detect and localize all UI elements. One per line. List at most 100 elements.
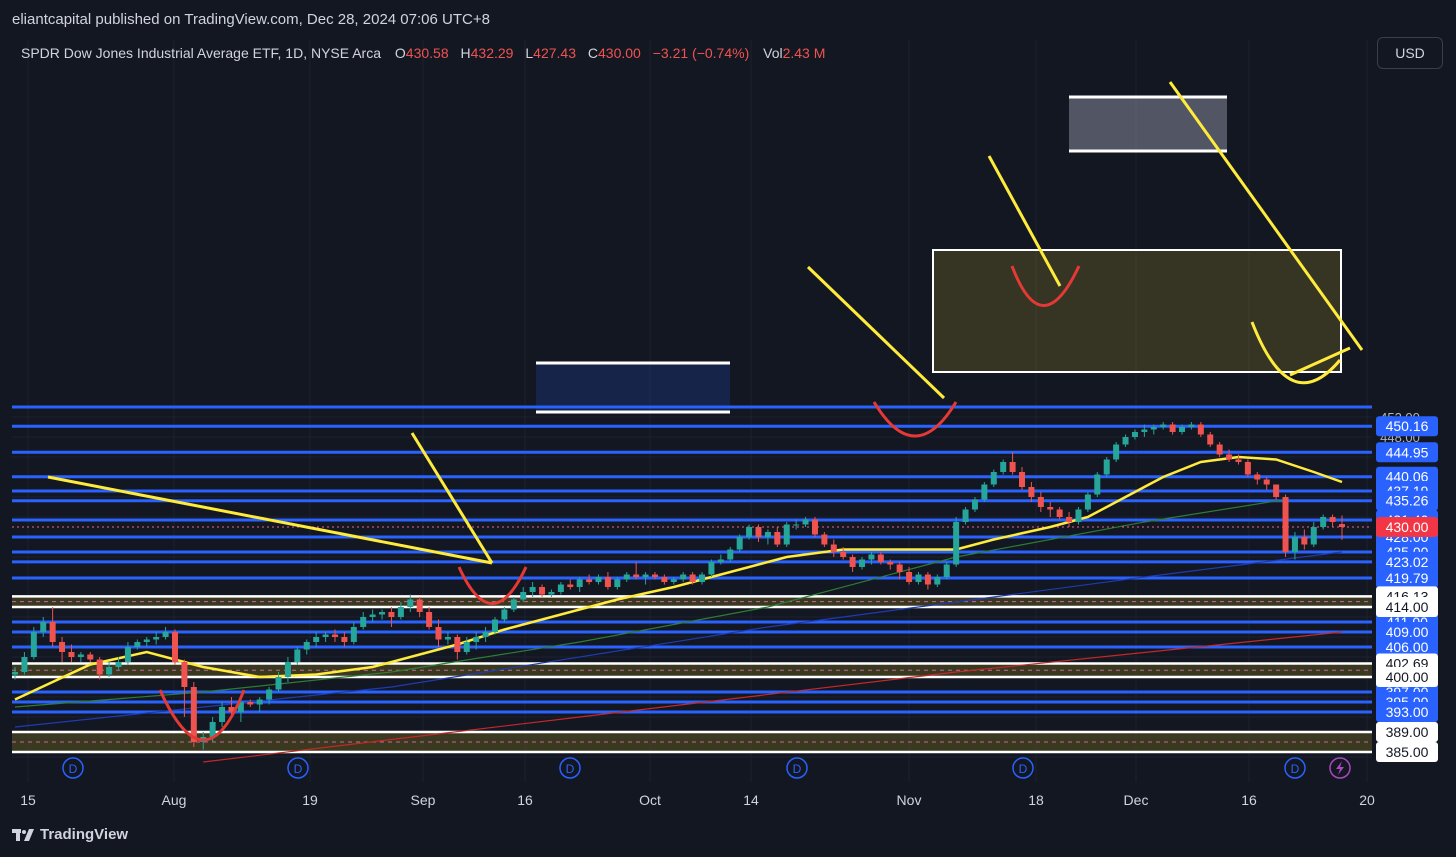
candle-body bbox=[793, 524, 800, 526]
candle-body bbox=[30, 632, 37, 657]
price-chart[interactable]: 452.00448.00444.00440.00436.00432.00428.… bbox=[0, 40, 1456, 820]
legend-low: 427.43 bbox=[533, 45, 576, 61]
candle-body bbox=[1329, 517, 1336, 522]
candle-body bbox=[171, 632, 178, 662]
price-level-tag-label: 430.00 bbox=[1386, 519, 1429, 535]
candle bbox=[1075, 507, 1082, 525]
candle-body bbox=[49, 622, 56, 642]
candle bbox=[727, 547, 734, 562]
tradingview-logo[interactable]: TradingView bbox=[12, 826, 128, 843]
legend-volume: 2.43 M bbox=[783, 45, 826, 61]
candle bbox=[1301, 529, 1308, 550]
candle-body bbox=[1066, 517, 1073, 522]
candle bbox=[1207, 432, 1214, 447]
candle-body bbox=[87, 654, 94, 660]
candle-body bbox=[840, 552, 847, 557]
candle-body bbox=[106, 667, 113, 675]
candle-body bbox=[397, 607, 404, 617]
candle-body bbox=[1019, 472, 1026, 487]
legend-c-label: C bbox=[588, 45, 598, 61]
candle-body bbox=[190, 687, 197, 742]
candle bbox=[1009, 452, 1016, 475]
candle-body bbox=[1169, 424, 1176, 432]
candle-body bbox=[435, 627, 442, 640]
candle-body bbox=[746, 527, 753, 537]
candle-body bbox=[604, 577, 611, 587]
candle-body bbox=[510, 599, 517, 610]
candle-body bbox=[1244, 462, 1251, 475]
candle-body bbox=[1282, 497, 1289, 552]
candle-body bbox=[642, 574, 649, 577]
price-level-tag-label: 435.26 bbox=[1386, 493, 1429, 509]
candle bbox=[849, 554, 856, 572]
price-level-tag-label: 406.00 bbox=[1386, 639, 1429, 655]
candle-body bbox=[96, 659, 103, 675]
candle-body bbox=[21, 657, 28, 672]
candle-body bbox=[802, 519, 809, 525]
candle bbox=[1244, 459, 1251, 477]
tradingview-logo-text: TradingView bbox=[40, 826, 129, 843]
candle-body bbox=[1113, 444, 1120, 460]
candle bbox=[755, 524, 762, 542]
candle bbox=[491, 617, 498, 635]
consolidation-box-oct bbox=[536, 362, 730, 412]
candle bbox=[369, 609, 376, 622]
candle bbox=[482, 627, 489, 642]
candle-body bbox=[1320, 517, 1327, 527]
candle-body bbox=[1235, 459, 1242, 462]
dividend-marker-label: D bbox=[294, 762, 303, 776]
candle bbox=[953, 517, 960, 567]
candle-body bbox=[1037, 497, 1044, 507]
candle-body bbox=[906, 572, 913, 582]
candle-body bbox=[1047, 507, 1054, 510]
candle-body bbox=[162, 632, 169, 637]
candle-body bbox=[1291, 537, 1298, 552]
currency-button[interactable]: USD bbox=[1377, 37, 1443, 69]
candle bbox=[567, 579, 574, 590]
candle bbox=[680, 572, 687, 582]
candle-body bbox=[1000, 462, 1007, 472]
candle-body bbox=[830, 544, 837, 552]
candle-body bbox=[1141, 429, 1148, 432]
candle bbox=[1197, 422, 1204, 437]
candle-body bbox=[1122, 437, 1129, 445]
candle bbox=[1000, 459, 1007, 475]
candle-body bbox=[1179, 427, 1186, 432]
candle-body bbox=[811, 519, 818, 535]
tradingview-logo-icon bbox=[12, 828, 34, 841]
candle-body bbox=[774, 532, 781, 545]
candle-body bbox=[699, 574, 706, 582]
candle bbox=[444, 632, 451, 645]
dividend-marker-label: D bbox=[69, 762, 78, 776]
candle-body bbox=[661, 577, 668, 582]
candle-body bbox=[1103, 459, 1110, 475]
candle bbox=[830, 539, 837, 557]
candle-body bbox=[284, 662, 291, 677]
candle-body bbox=[379, 612, 386, 615]
candle-body bbox=[219, 707, 226, 722]
legend-o-label: O bbox=[395, 45, 406, 61]
candle bbox=[256, 697, 263, 712]
x-tick-label: Dec bbox=[1124, 792, 1149, 808]
legend-h-label: H bbox=[461, 45, 471, 61]
candle bbox=[294, 647, 301, 665]
candle-body bbox=[294, 649, 301, 662]
candle bbox=[934, 574, 941, 587]
candle bbox=[1113, 442, 1120, 462]
legend-change: −3.21 (−0.74%) bbox=[653, 45, 750, 61]
candle bbox=[87, 652, 94, 662]
candle bbox=[313, 632, 320, 647]
candle bbox=[1254, 472, 1261, 485]
candle bbox=[501, 607, 508, 622]
candle bbox=[1019, 467, 1026, 490]
candle-body bbox=[1226, 454, 1233, 460]
dividend-marker-label: D bbox=[566, 762, 575, 776]
chart-area[interactable]: 452.00448.00444.00440.00436.00432.00428.… bbox=[0, 40, 1456, 820]
candle bbox=[162, 627, 169, 640]
candle-body bbox=[915, 574, 922, 582]
publisher-line: eliantcapital published on TradingView.c… bbox=[12, 11, 490, 28]
price-level-tag-label: 450.16 bbox=[1386, 418, 1429, 434]
candle bbox=[811, 517, 818, 537]
candle-body bbox=[59, 642, 66, 652]
candle bbox=[1329, 514, 1336, 527]
